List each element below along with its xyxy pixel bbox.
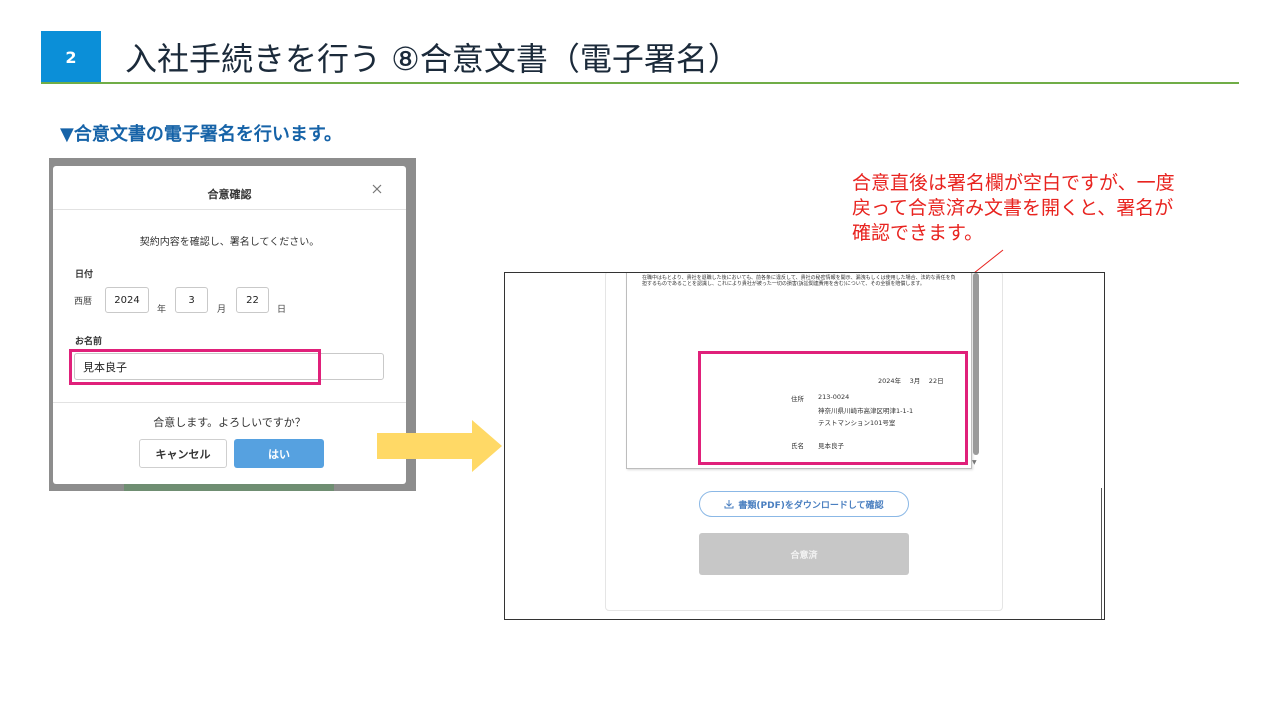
- month-input[interactable]: 3: [175, 287, 208, 313]
- agreed-button: 合意済: [699, 533, 909, 575]
- name-highlight-box: [69, 349, 321, 385]
- dialog-message: 契約内容を確認し、署名してください。: [139, 237, 320, 248]
- year-unit: 年: [157, 305, 167, 315]
- document-scrollbar[interactable]: [973, 273, 979, 455]
- cancel-button[interactable]: キャンセル: [139, 439, 227, 468]
- confirm-question: 合意します。よろしいですか？: [153, 416, 306, 429]
- year-input[interactable]: 2024: [105, 287, 149, 313]
- download-pdf-button[interactable]: 書類(PDF)をダウンロードして確認: [699, 491, 909, 517]
- slide-title: 入社手続きを行う ⑧合意文書（電子署名）: [125, 40, 740, 78]
- yes-button[interactable]: はい: [234, 439, 324, 468]
- close-icon[interactable]: [368, 180, 386, 198]
- document-body-text: 在職中はもとより、貴社を退職した後においても、前各条に違反して、貴社の秘密情報を…: [642, 275, 956, 287]
- dialog-header-divider: [53, 209, 406, 210]
- scroll-down-icon[interactable]: ▼: [972, 459, 977, 466]
- signature-highlight-box: [698, 351, 968, 465]
- month-unit: 月: [217, 305, 227, 315]
- name-label: お名前: [75, 337, 103, 347]
- download-icon: [724, 500, 734, 509]
- dialog-footer-divider: [53, 402, 406, 403]
- right-arrow-icon: [377, 420, 502, 472]
- callout-note: 合意直後は署名欄が空白ですが、一度戻って合意済み文書を開くと、署名が確認できます…: [852, 172, 1175, 244]
- title-underline: [41, 82, 1239, 84]
- era-label: 西暦: [74, 297, 93, 307]
- day-input[interactable]: 22: [236, 287, 269, 313]
- step-badge: 2: [41, 31, 101, 83]
- section-heading: ▼合意文書の電子署名を行います。: [60, 124, 343, 145]
- download-pdf-label: 書類(PDF)をダウンロードして確認: [738, 500, 884, 511]
- day-unit: 日: [277, 305, 287, 315]
- screenshot-edge-line: [1101, 488, 1102, 619]
- date-label: 日付: [75, 270, 94, 280]
- signed-document-screenshot: 在職中はもとより、貴社を退職した後においても、前各条に違反して、貴社の秘密情報を…: [504, 272, 1105, 620]
- dialog-screenshot: 合意確認 契約内容を確認し、署名してください。 日付 西暦 2024 年 3 月…: [49, 158, 416, 491]
- dialog-title: 合意確認: [207, 188, 252, 201]
- agreement-dialog: 合意確認 契約内容を確認し、署名してください。 日付 西暦 2024 年 3 月…: [53, 166, 406, 484]
